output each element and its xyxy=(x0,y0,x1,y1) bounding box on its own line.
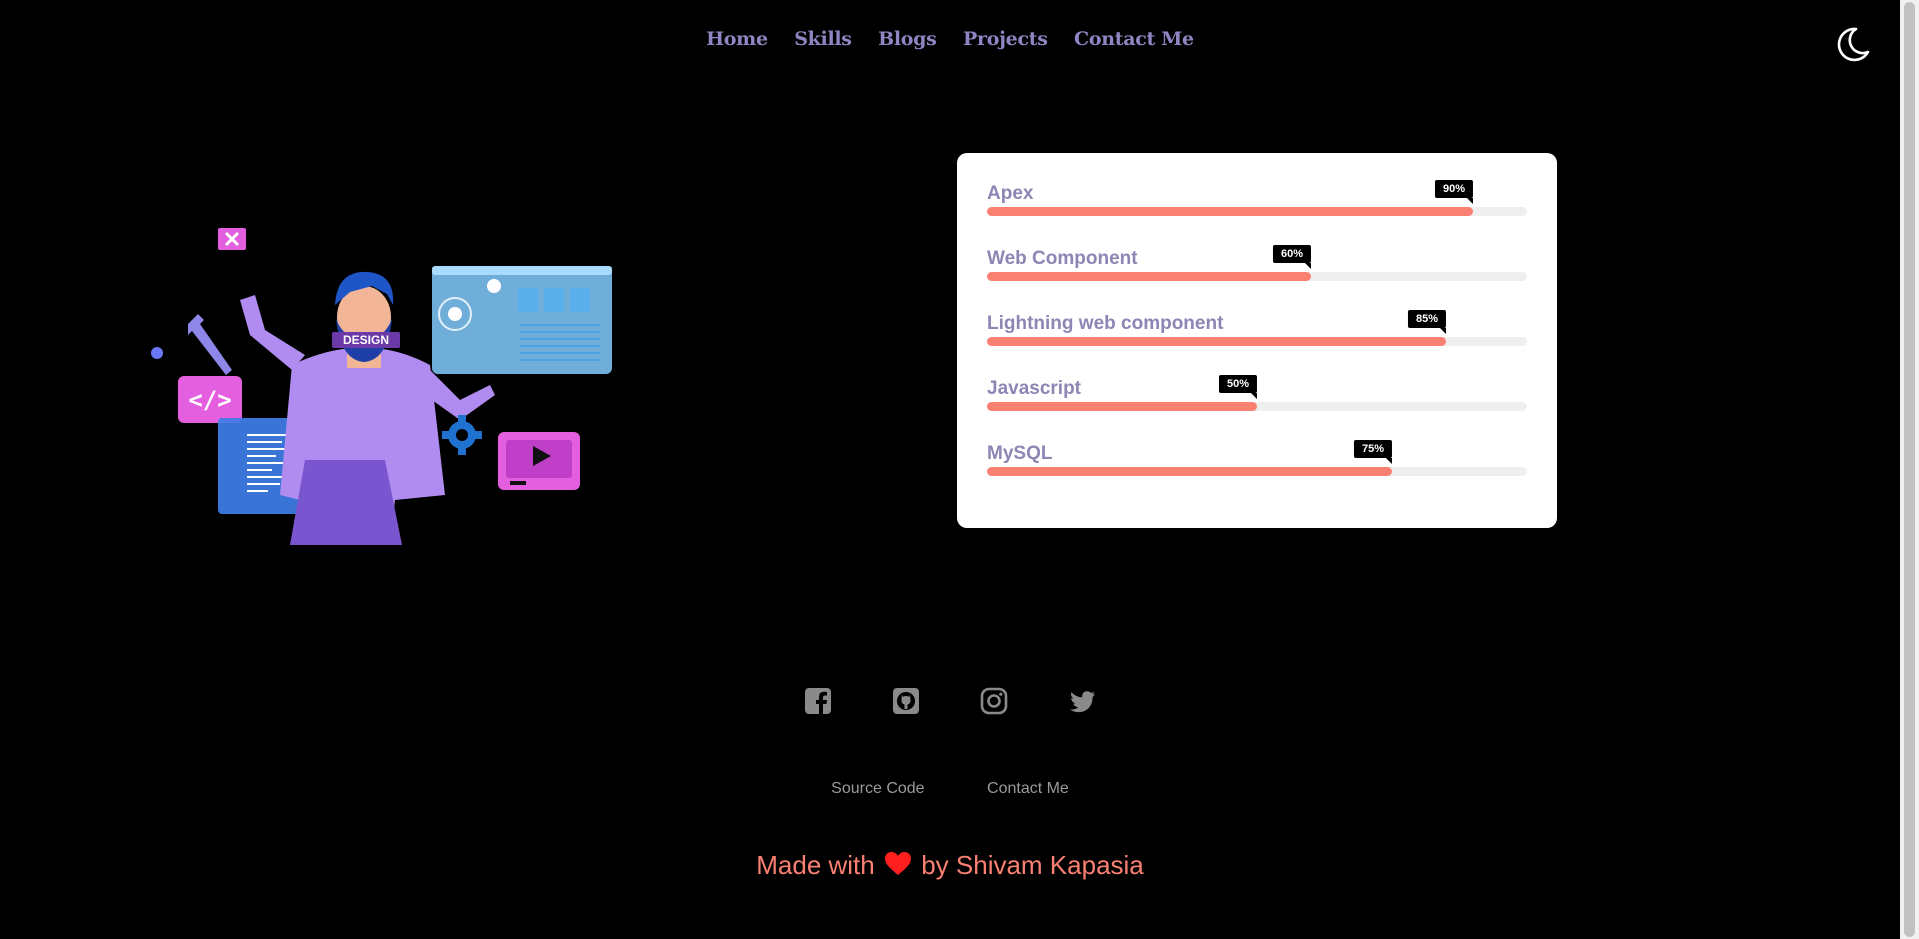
developer-illustration: </> DESIGN xyxy=(140,180,620,545)
skill-name: MySQL xyxy=(987,443,1053,464)
skill-name: Lightning web component xyxy=(987,313,1224,334)
skill-progress-track xyxy=(987,467,1527,476)
skill-progress-fill xyxy=(987,337,1446,346)
twitter-link[interactable] xyxy=(1067,686,1097,716)
illustration-badge: DESIGN xyxy=(343,333,389,347)
skill-mysql: MySQL 75% xyxy=(987,440,1527,483)
skill-progress-track xyxy=(987,272,1527,281)
skill-percent-tooltip: 90% xyxy=(1434,180,1474,204)
made-with-prefix: Made with xyxy=(756,850,875,880)
footer-contact-me-link[interactable]: Contact Me xyxy=(987,780,1069,798)
skill-progress-track xyxy=(987,402,1527,411)
nav-projects[interactable]: Projects xyxy=(963,28,1048,50)
skill-percent-tooltip: 50% xyxy=(1218,375,1258,399)
twitter-icon xyxy=(1069,691,1095,713)
source-code-link[interactable]: Source Code xyxy=(831,780,924,798)
scrollbar-thumb[interactable] xyxy=(1904,2,1915,937)
nav-home[interactable]: Home xyxy=(706,28,768,50)
instagram-link[interactable] xyxy=(979,686,1009,716)
facebook-icon xyxy=(805,688,831,714)
skill-lightning-web-component: Lightning web component 85% xyxy=(987,310,1527,353)
skill-progress-track xyxy=(987,337,1527,346)
skill-percent-tooltip: 60% xyxy=(1272,245,1312,269)
main-nav: Home Skills Blogs Projects Contact Me xyxy=(0,28,1900,50)
facebook-link[interactable] xyxy=(803,686,833,716)
nav-skills[interactable]: Skills xyxy=(794,28,852,50)
svg-text:</>: </> xyxy=(188,386,231,414)
github-icon xyxy=(893,688,919,714)
skill-apex: Apex 90% xyxy=(987,180,1527,223)
made-with-suffix: by Shivam Kapasia xyxy=(921,850,1144,880)
skill-web-component: Web Component 60% xyxy=(987,245,1527,288)
skill-progress-fill xyxy=(987,402,1257,411)
social-links xyxy=(0,686,1900,716)
skill-percent-tooltip: 75% xyxy=(1353,440,1393,464)
skill-progress-fill xyxy=(987,272,1311,281)
made-with-credit: Made with by Shivam Kapasia xyxy=(0,850,1900,884)
heart-icon xyxy=(884,851,912,884)
footer-links: Source Code Contact Me xyxy=(0,780,1900,798)
nav-blogs[interactable]: Blogs xyxy=(878,28,937,50)
page-scrollbar[interactable] xyxy=(1900,0,1919,939)
skill-percent-tooltip: 85% xyxy=(1407,310,1447,334)
theme-toggle-button[interactable] xyxy=(1832,24,1872,64)
skill-progress-track xyxy=(987,207,1527,216)
github-link[interactable] xyxy=(891,686,921,716)
skill-name: Apex xyxy=(987,183,1034,204)
skill-javascript: Javascript 50% xyxy=(987,375,1527,418)
skill-progress-fill xyxy=(987,207,1473,216)
skill-name: Javascript xyxy=(987,378,1082,399)
skills-card: Apex 90% Web Component 60% Lightning web… xyxy=(957,153,1557,528)
instagram-icon xyxy=(980,687,1008,715)
nav-contact-me[interactable]: Contact Me xyxy=(1074,28,1194,50)
skill-name: Web Component xyxy=(987,248,1138,269)
moon-icon xyxy=(1837,27,1870,62)
skill-progress-fill xyxy=(987,467,1392,476)
